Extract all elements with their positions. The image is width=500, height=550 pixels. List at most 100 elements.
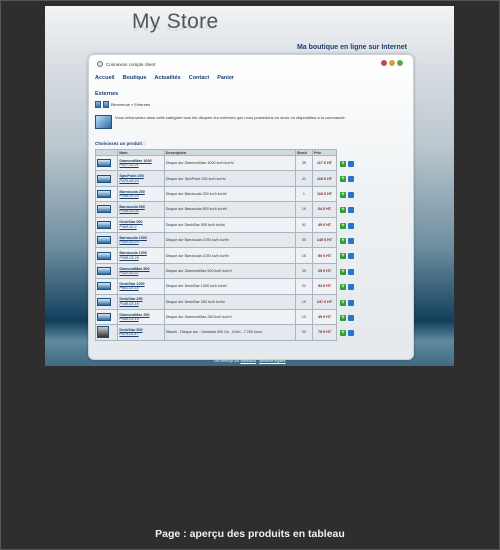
product-price: 117 € HT [312, 154, 337, 172]
uk-flag-icon[interactable] [381, 60, 387, 66]
product-ref[interactable]: P110-03-22 [119, 271, 162, 275]
nav-panier[interactable]: Panier [217, 75, 234, 81]
add-to-cart-icon[interactable]: + [340, 222, 346, 229]
product-description: Disque dur DiamondMax 250 ko/h ko/rh/ [163, 308, 296, 326]
product-ref[interactable]: P182-03-23 [119, 240, 162, 244]
hard-drive-icon [97, 236, 111, 245]
login-link[interactable]: Connexion compte client [106, 62, 155, 67]
product-description: Disque dur Barracuda 1000 ko/h ko/rh/ [163, 231, 296, 249]
product-name-cell: DeskStar 1000 P601-03-18 [117, 278, 165, 295]
product-name-cell: Barracuda 1000 P368-03-25 [117, 247, 165, 264]
product-thumb[interactable] [94, 278, 119, 295]
product-ref[interactable]: P479-03-17 [119, 332, 162, 336]
table-row[interactable]: DiamondMax 500 P110-03-22 Disque dur Diamo… [94, 262, 337, 280]
add-to-cart-icon[interactable]: + [340, 191, 346, 198]
product-price: 50 € HT [312, 247, 337, 264]
add-to-cart-icon[interactable]: + [340, 268, 346, 275]
table-row[interactable]: DeskStar 500 P479-03-17 Hitachi - Disque d… [94, 324, 337, 341]
product-details-icon[interactable] [348, 176, 354, 183]
product-thumb[interactable] [94, 201, 119, 218]
product-name-cell: DeskStar 250 P148-03-16 [117, 293, 165, 310]
table-row[interactable]: Barracuda 250 P348-03-23 Disque dur Barrac… [94, 185, 337, 203]
product-thumb[interactable] [94, 185, 119, 203]
es-flag-icon[interactable] [389, 60, 395, 66]
product-thumb[interactable] [94, 324, 119, 341]
product-details-icon[interactable] [348, 253, 354, 260]
product-details-icon[interactable] [348, 207, 354, 214]
breadcrumb-text[interactable]: Bienvenue » Externes [111, 102, 150, 107]
products-table: Nom Description Stock Prix DiamondMax 10… [94, 149, 337, 341]
product-details-icon[interactable] [348, 222, 354, 229]
table-row[interactable]: DiamondMax 1000 P027-03-21 Disque dur Diam… [94, 154, 337, 172]
product-details-icon[interactable] [348, 161, 354, 167]
product-thumb[interactable] [94, 170, 119, 187]
table-row[interactable]: DiamondMax 250 P498-03-19 Disque dur Diamo… [94, 308, 337, 326]
product-thumb[interactable] [94, 262, 119, 280]
add-to-cart-icon[interactable]: + [340, 315, 346, 321]
product-stock: 19 [294, 293, 314, 310]
table-row[interactable]: DeskStar 1000 P601-03-18 Disque dur DeskSt… [94, 278, 337, 295]
add-to-cart-icon[interactable]: + [340, 176, 346, 183]
product-description: Disque dur DeskStar 500 ko/h ko/rh/ [163, 216, 296, 233]
table-row[interactable]: DeskStar 250 P148-03-16 Disque dur DeskSta… [94, 293, 337, 310]
nav-boutique[interactable]: Boutique [123, 75, 147, 81]
product-description: Hitachi - Disque dur - Deskstar 500 Go -… [163, 324, 296, 341]
table-row[interactable]: DeskStar 500 P468-02-2 Disque dur DeskStar… [94, 216, 337, 233]
product-description: Disque dur Barracuda 500 ko/h ko/rh/ [163, 201, 296, 218]
footer-host-link[interactable]: Webcanut [240, 359, 256, 363]
it-flag-icon[interactable] [397, 60, 403, 66]
product-ref[interactable]: P468-02-2 [119, 225, 162, 229]
hard-drive-icon [97, 205, 111, 214]
product-details-icon[interactable] [348, 238, 354, 244]
nav-accueil[interactable]: Accueil [95, 75, 115, 81]
add-to-cart-icon[interactable]: + [340, 161, 346, 167]
product-ref[interactable]: P470-03-23 [119, 179, 162, 183]
product-thumb[interactable] [94, 247, 119, 264]
product-details-icon[interactable] [348, 268, 354, 275]
add-to-cart-icon[interactable]: + [340, 284, 346, 291]
nav-actualites[interactable]: Actualités [154, 75, 180, 81]
product-thumb[interactable] [94, 308, 119, 326]
product-price: 140 € HT [312, 231, 337, 249]
product-details-icon[interactable] [348, 284, 354, 291]
intro: Vous retrouverez dans cette catégorie to… [95, 115, 363, 129]
footer-prefix: Site hébergé par [213, 359, 240, 363]
row-actions: + [340, 161, 354, 167]
product-details-icon[interactable] [348, 191, 354, 198]
product-thumb[interactable] [94, 293, 119, 310]
product-ref[interactable]: P027-03-21 [119, 163, 162, 167]
add-to-cart-icon[interactable]: + [340, 253, 346, 260]
product-ref[interactable]: P238-03-34 [119, 209, 162, 213]
add-to-cart-icon[interactable]: + [340, 207, 346, 214]
table-row[interactable]: Barracuda 1000 P182-03-23 Disque dur Barra… [94, 231, 337, 249]
product-ref[interactable]: P498-03-19 [119, 317, 162, 321]
product-details-icon[interactable] [348, 330, 354, 337]
product-details-icon[interactable] [348, 299, 354, 306]
table-row[interactable]: SpinPoint 250 P470-03-23 Disque dur SpinPo… [94, 170, 337, 187]
intro-text: Vous retrouverez dans cette catégorie to… [115, 115, 346, 120]
add-to-cart-icon[interactable]: + [340, 299, 346, 306]
add-to-cart-icon[interactable]: + [340, 330, 346, 337]
product-thumb[interactable] [94, 231, 119, 249]
product-details-icon[interactable] [348, 315, 354, 321]
product-price: 115 € HT [312, 170, 337, 187]
product-ref[interactable]: P148-03-16 [119, 302, 162, 306]
product-price: 49 € HT [312, 308, 337, 326]
hard-drive-icon [97, 266, 111, 275]
product-price: 118 € HT [312, 185, 337, 203]
product-ref[interactable]: P601-03-18 [119, 286, 162, 290]
nav-contact[interactable]: Contact [189, 75, 209, 81]
product-ref[interactable]: P368-03-25 [119, 256, 162, 260]
category-icon [95, 101, 101, 108]
add-to-cart-icon[interactable]: + [340, 238, 346, 244]
product-thumb[interactable] [94, 216, 119, 233]
product-description: Disque dur SpinPoint 250 ko/h ko/rh/ [163, 170, 296, 187]
product-price: 49 € HT [312, 216, 337, 233]
table-row[interactable]: Barracuda 1000 P368-03-25 Disque dur Barra… [94, 247, 337, 264]
product-ref[interactable]: P348-03-23 [119, 194, 162, 198]
product-name-cell: DiamondMax 1000 P027-03-21 [117, 154, 165, 172]
row-actions: + [340, 299, 354, 306]
footer-legal-link[interactable]: Mentions légales [259, 359, 285, 363]
product-thumb[interactable] [94, 154, 119, 172]
table-row[interactable]: Barracuda 500 P238-03-34 Disque dur Barrac… [94, 201, 337, 218]
